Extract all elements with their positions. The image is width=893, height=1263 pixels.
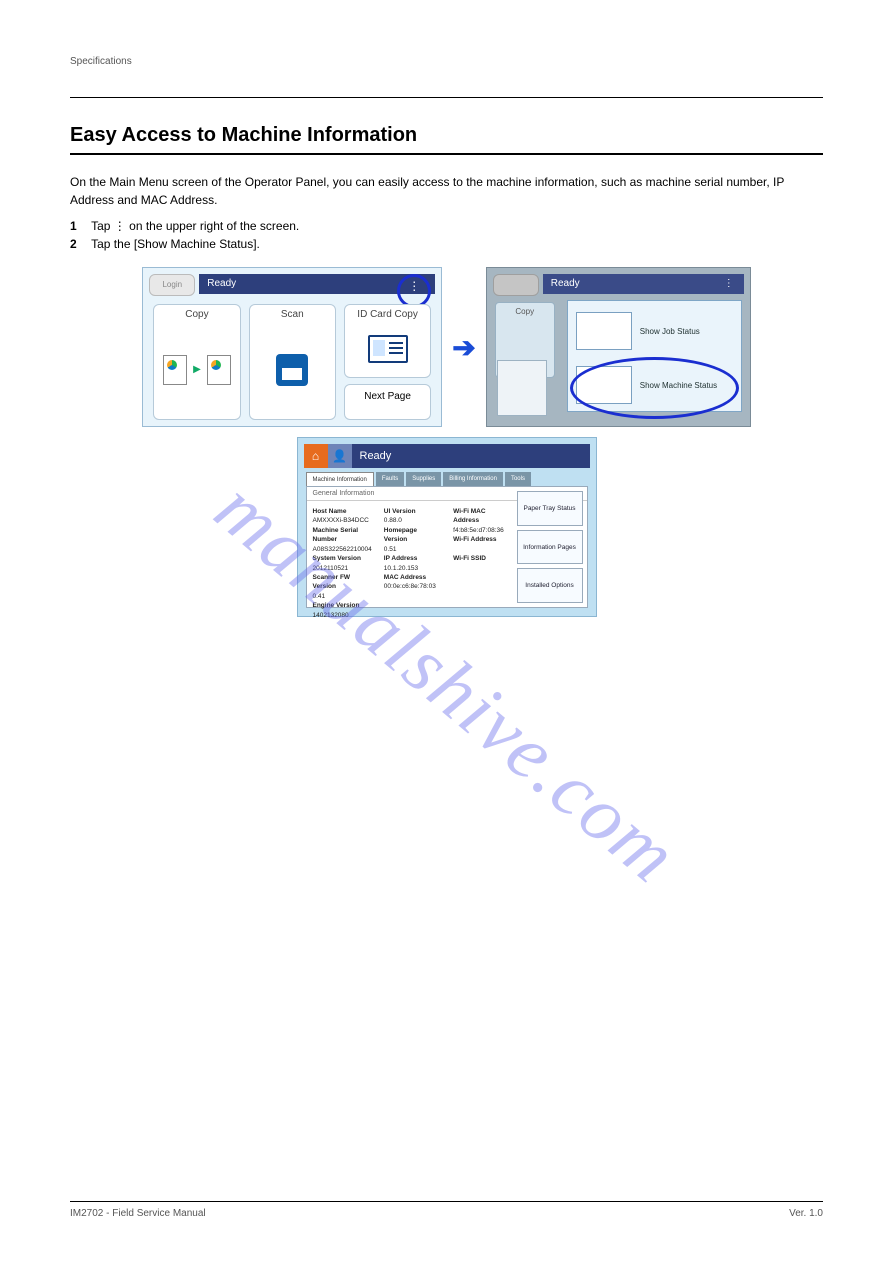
screenshot-popover: Ready ⋮ Copy Show Job Status Show Machin… — [486, 267, 751, 427]
tab-billing[interactable]: Billing Information — [443, 472, 503, 486]
save-icon — [254, 324, 331, 415]
copy-icon: ▶ — [158, 324, 235, 415]
tile-copy[interactable]: Copy ▶ — [153, 304, 240, 420]
highlight-ellipse — [570, 357, 739, 419]
jobstatus-thumb-icon — [576, 312, 632, 350]
status-popover: Show Job Status Show Machine Status — [567, 300, 742, 412]
wifi-ssid-label: Wi-Fi SSID — [453, 555, 486, 562]
idcard-icon — [349, 324, 426, 373]
section-intro: On the Main Menu screen of the Operator … — [70, 173, 823, 209]
gi-col-3: Wi-Fi MAC Address f4:b8:5e:d7:08:36 Wi-F… — [447, 503, 516, 607]
machineinfo-title: Ready — [352, 444, 590, 468]
tab-faults[interactable]: Faults — [376, 472, 404, 486]
section-rule — [70, 153, 823, 155]
kebab-icon-dim: ⋮ — [724, 274, 734, 294]
step-1: 1 Tap ⋮ on the upper right of the screen… — [70, 217, 823, 235]
serial-value: A08S322562210004 — [313, 546, 372, 553]
tab-machine-information[interactable]: Machine Information — [306, 472, 374, 486]
arrow-icon: ➔ — [452, 331, 475, 364]
header-rule — [70, 97, 823, 98]
system-version-label: System Version — [313, 555, 361, 562]
mac-address-label: MAC Address — [384, 574, 426, 581]
home-icon[interactable]: ⌂ — [304, 444, 328, 468]
status-text: Ready — [207, 278, 236, 289]
section-title: Easy Access to Machine Information — [70, 124, 823, 147]
tile-idcard-label: ID Card Copy — [349, 309, 426, 320]
running-header: Specifications — [70, 56, 823, 67]
header-left: Specifications — [70, 56, 132, 67]
step-1-text: Tap ⋮ on the upper right of the screen. — [91, 219, 299, 233]
engine-version-value: 1402132080 — [313, 612, 349, 619]
tab-tools[interactable]: Tools — [505, 472, 531, 486]
wifi-mac-label: Wi-Fi MAC Address — [453, 508, 485, 524]
machineinfo-tabs: Machine Information Faults Supplies Bill… — [306, 472, 588, 486]
login-button-dim — [493, 274, 539, 296]
tile-idcard[interactable]: ID Card Copy — [344, 304, 431, 378]
step-2-text: Tap the [Show Machine Status]. — [91, 237, 260, 251]
screenshot-home: Login Ready ⋮ Copy ▶ — [142, 267, 442, 427]
wifi-address-label: Wi-Fi Address — [453, 536, 496, 543]
status-bar-dim: Ready ⋮ — [543, 274, 744, 294]
tile-scan-label: Scan — [254, 309, 331, 320]
step-2-num: 2 — [70, 235, 88, 253]
scanner-fw-label: Scanner FW Version — [313, 574, 351, 590]
wifi-mac-value: f4:b8:5e:d7:08:36 — [453, 527, 504, 534]
gi-col-2: UI Version 0.88.0 Homepage Version 0.51 … — [378, 503, 447, 607]
footer-left: IM2702 - Field Service Manual — [70, 1208, 206, 1219]
home-tiles: Copy ▶ Scan ID — [153, 304, 431, 420]
figure-row-1: Login Ready ⋮ Copy ▶ — [70, 267, 823, 427]
btn-installed-options[interactable]: Installed Options — [517, 568, 583, 603]
homepage-version-label: Homepage Version — [384, 527, 417, 543]
printer-icon — [497, 360, 547, 416]
host-name-value: AMXXXXi-B34DCC — [313, 517, 369, 524]
side-buttons: Paper Tray Status Information Pages Inst… — [517, 491, 583, 603]
serial-label: Machine Serial Number — [313, 527, 359, 543]
page: Specifications Easy Access to Machine In… — [0, 0, 893, 1263]
page-footer: IM2702 - Field Service Manual Ver. 1.0 — [70, 1201, 823, 1219]
footer-right: Ver. 1.0 — [789, 1208, 823, 1219]
jobstatus-label: Show Job Status — [640, 327, 700, 336]
scanner-fw-value: 0.41 — [313, 593, 326, 600]
btn-paper-tray-status[interactable]: Paper Tray Status — [517, 491, 583, 526]
login-button[interactable]: Login — [149, 274, 195, 296]
user-icon[interactable]: 👤 — [328, 444, 352, 468]
btn-information-pages[interactable]: Information Pages — [517, 530, 583, 565]
ip-address-value: 10.1.20.153 — [384, 565, 418, 572]
mac-address-value: 00:0e:c6:8e:78:03 — [384, 583, 436, 590]
tile-next-page[interactable]: Next Page — [344, 384, 431, 420]
ip-address-label: IP Address — [384, 555, 418, 562]
kebab-menu-icon[interactable]: ⋮ — [397, 274, 431, 308]
machineinfo-header: ⌂ 👤 Ready — [304, 444, 590, 468]
engine-version-label: Engine Version — [313, 602, 360, 609]
system-version-value: 2012110521 — [313, 565, 349, 572]
gi-col-1: Host Name AMXXXXi-B34DCC Machine Serial … — [307, 503, 378, 607]
ui-version-label: UI Version — [384, 508, 416, 515]
steps: 1 Tap ⋮ on the upper right of the screen… — [70, 217, 823, 253]
ui-version-value: 0.88.0 — [384, 517, 402, 524]
popover-row-jobstatus[interactable]: Show Job Status — [576, 309, 733, 353]
step-1-num: 1 — [70, 217, 88, 235]
status-bar: Ready ⋮ — [199, 274, 435, 294]
tile-scan[interactable]: Scan — [249, 304, 336, 420]
tab-supplies[interactable]: Supplies — [406, 472, 441, 486]
step-2: 2 Tap the [Show Machine Status]. — [70, 235, 823, 253]
figure-machine-info: ⌂ 👤 Ready Machine Information Faults Sup… — [70, 437, 823, 617]
host-name-label: Host Name — [313, 508, 347, 515]
tile-copy-label: Copy — [158, 309, 235, 320]
general-info-panel: General Information Host Name AMXXXXi-B3… — [306, 486, 588, 608]
homepage-version-value: 0.51 — [384, 546, 397, 553]
status-text-dim: Ready — [551, 278, 580, 289]
